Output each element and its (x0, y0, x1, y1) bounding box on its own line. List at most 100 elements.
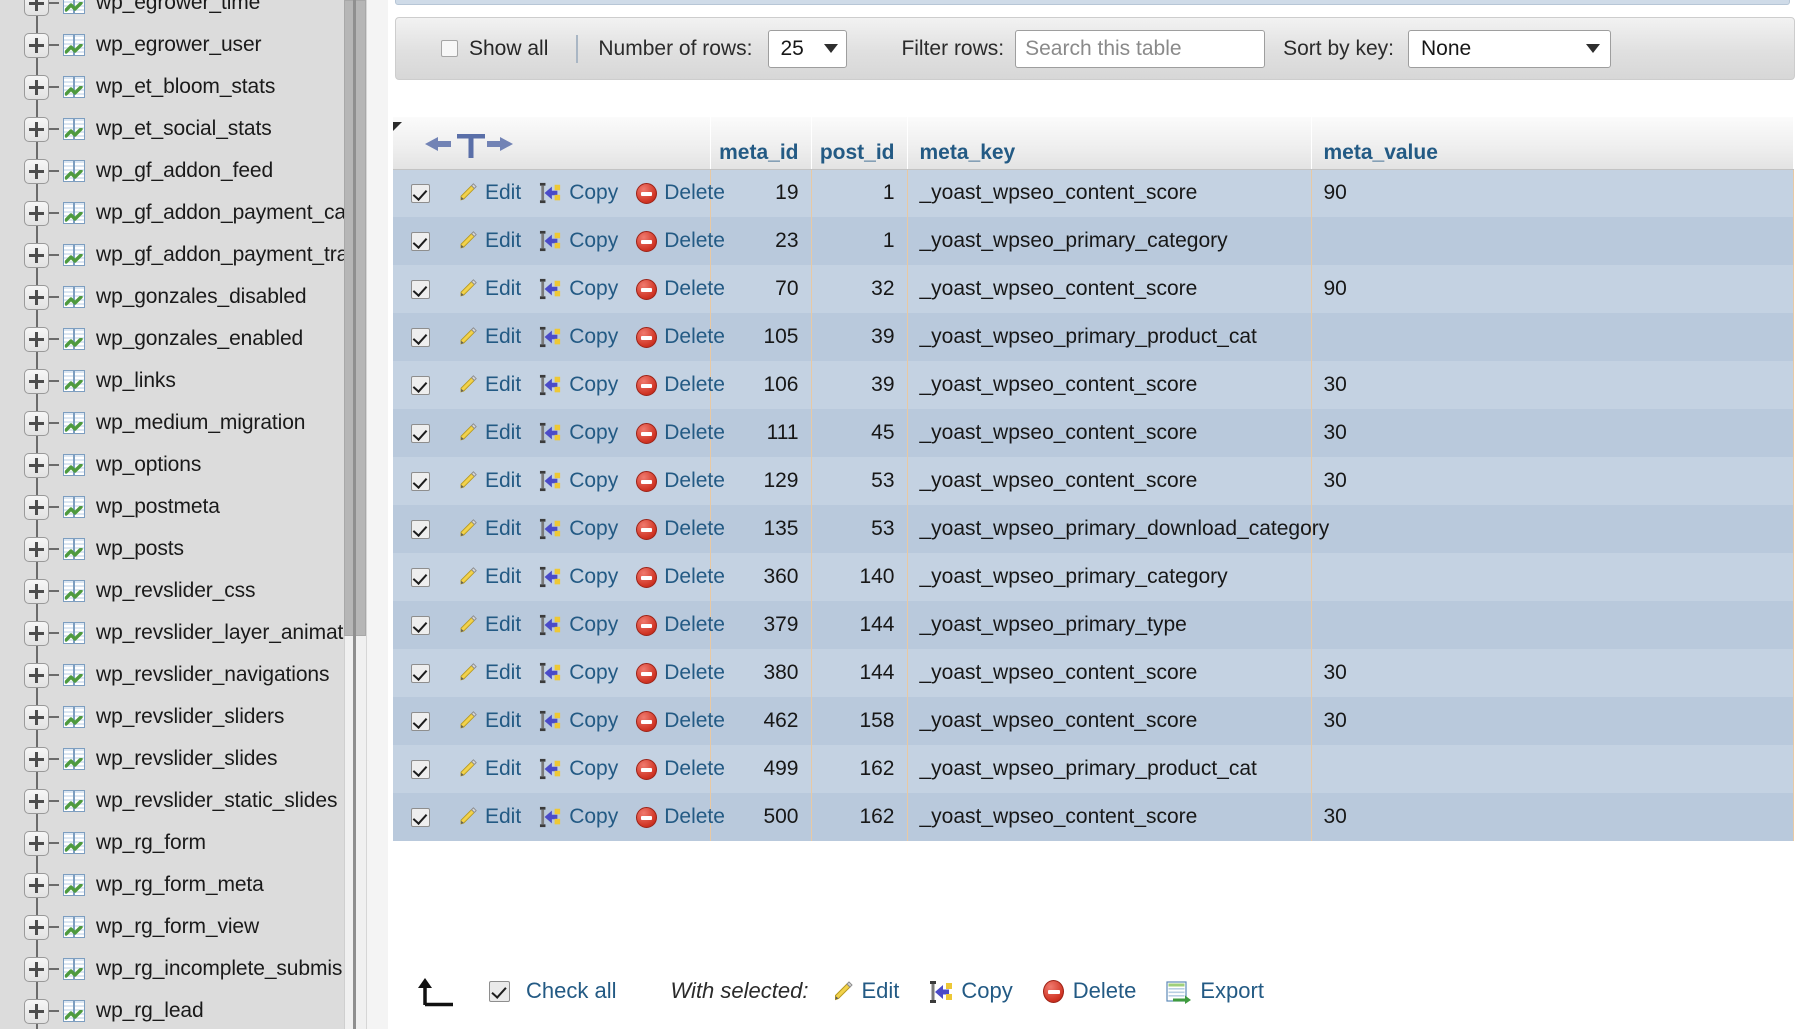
table-row[interactable]: EditCopyDelete379144_yoast_wpseo_primary… (393, 601, 1793, 649)
sort-by-key-select[interactable]: None (1408, 30, 1611, 68)
sidebar-table-item[interactable]: wp_revslider_navigations (0, 654, 330, 696)
sidebar-table-item[interactable]: wp_revslider_static_slides (0, 780, 330, 822)
row-delete-button[interactable]: Delete (636, 517, 725, 541)
table-row[interactable]: EditCopyDelete380144_yoast_wpseo_content… (393, 649, 1793, 697)
row-copy-button[interactable]: Copy (539, 277, 618, 301)
table-row[interactable]: EditCopyDelete10539_yoast_wpseo_primary_… (393, 313, 1793, 361)
row-copy-button[interactable]: Copy (539, 421, 618, 445)
row-delete-button[interactable]: Delete (636, 469, 725, 493)
expand-plus-icon[interactable] (24, 621, 49, 646)
row-edit-button[interactable]: Edit (456, 373, 521, 397)
expand-plus-icon[interactable] (24, 411, 49, 436)
row-copy-button[interactable]: Copy (539, 709, 618, 733)
expand-plus-icon[interactable] (24, 915, 49, 940)
check-all-label[interactable]: Check all (526, 978, 616, 1004)
expand-plus-icon[interactable] (24, 327, 49, 352)
row-edit-button[interactable]: Edit (456, 229, 521, 253)
row-select-checkbox[interactable] (411, 712, 430, 731)
row-copy-button[interactable]: Copy (539, 469, 618, 493)
row-edit-button[interactable]: Edit (456, 181, 521, 205)
row-select-checkbox[interactable] (411, 184, 430, 203)
sidebar-table-item[interactable]: wp_revslider_slides (0, 738, 330, 780)
check-all-checkbox[interactable] (489, 981, 510, 1002)
row-delete-button[interactable]: Delete (636, 229, 725, 253)
table-row[interactable]: EditCopyDelete360140_yoast_wpseo_primary… (393, 553, 1793, 601)
row-select-checkbox[interactable] (411, 664, 430, 683)
table-row[interactable]: EditCopyDelete499162_yoast_wpseo_primary… (393, 745, 1793, 793)
expand-plus-icon[interactable] (24, 873, 49, 898)
row-copy-button[interactable]: Copy (539, 325, 618, 349)
sidebar-table-item[interactable]: wp_posts (0, 528, 330, 570)
row-delete-button[interactable]: Delete (636, 421, 725, 445)
expand-plus-icon[interactable] (24, 117, 49, 142)
collapse-triangle-icon[interactable] (393, 122, 402, 131)
table-row[interactable]: EditCopyDelete231_yoast_wpseo_primary_ca… (393, 217, 1793, 265)
bulk-copy-button[interactable]: Copy (929, 978, 1012, 1004)
bulk-edit-button[interactable]: Edit (830, 978, 899, 1004)
expand-plus-icon[interactable] (24, 789, 49, 814)
expand-plus-icon[interactable] (24, 453, 49, 478)
row-copy-button[interactable]: Copy (539, 805, 618, 829)
table-row[interactable]: EditCopyDelete462158_yoast_wpseo_content… (393, 697, 1793, 745)
sidebar-table-item[interactable]: wp_gf_addon_feed (0, 150, 330, 192)
expand-plus-icon[interactable] (24, 579, 49, 604)
expand-plus-icon[interactable] (24, 747, 49, 772)
sidebar-table-item[interactable]: wp_rg_form (0, 822, 330, 864)
sort-direction-header[interactable] (393, 117, 710, 169)
row-select-checkbox[interactable] (411, 520, 430, 539)
row-copy-button[interactable]: Copy (539, 757, 618, 781)
sidebar-table-item[interactable]: wp_revslider_sliders (0, 696, 330, 738)
row-select-checkbox[interactable] (411, 280, 430, 299)
expand-plus-icon[interactable] (24, 663, 49, 688)
sort-toggle-icon[interactable] (421, 129, 517, 159)
sidebar-table-item[interactable]: wp_options (0, 444, 330, 486)
expand-plus-icon[interactable] (24, 999, 49, 1024)
row-edit-button[interactable]: Edit (456, 277, 521, 301)
row-edit-button[interactable]: Edit (456, 325, 521, 349)
table-row[interactable]: EditCopyDelete10639_yoast_wpseo_content_… (393, 361, 1793, 409)
row-select-checkbox[interactable] (411, 328, 430, 347)
expand-plus-icon[interactable] (24, 957, 49, 982)
sidebar-table-item[interactable]: wp_gonzales_disabled (0, 276, 330, 318)
row-edit-button[interactable]: Edit (456, 661, 521, 685)
table-row[interactable]: EditCopyDelete12953_yoast_wpseo_content_… (393, 457, 1793, 505)
expand-plus-icon[interactable] (24, 831, 49, 856)
sidebar-table-item[interactable]: wp_revslider_css (0, 570, 330, 612)
expand-plus-icon[interactable] (24, 75, 49, 100)
row-delete-button[interactable]: Delete (636, 181, 725, 205)
row-copy-button[interactable]: Copy (539, 373, 618, 397)
expand-plus-icon[interactable] (24, 705, 49, 730)
select-all-arrow-icon[interactable] (413, 975, 458, 1007)
row-copy-button[interactable]: Copy (539, 517, 618, 541)
row-select-checkbox[interactable] (411, 760, 430, 779)
row-copy-button[interactable]: Copy (539, 565, 618, 589)
sidebar-table-item[interactable]: wp_rg_incomplete_submis (0, 948, 330, 990)
sidebar-table-item[interactable]: wp_revslider_layer_animat (0, 612, 330, 654)
row-copy-button[interactable]: Copy (539, 181, 618, 205)
expand-plus-icon[interactable] (24, 159, 49, 184)
row-delete-button[interactable]: Delete (636, 757, 725, 781)
row-copy-button[interactable]: Copy (539, 661, 618, 685)
row-edit-button[interactable]: Edit (456, 565, 521, 589)
table-row[interactable]: EditCopyDelete191_yoast_wpseo_content_sc… (393, 169, 1793, 217)
filter-rows-input[interactable]: Search this table (1015, 30, 1265, 68)
table-row[interactable]: EditCopyDelete7032_yoast_wpseo_content_s… (393, 265, 1793, 313)
sidebar-table-item[interactable]: wp_medium_migration (0, 402, 330, 444)
column-header-meta-key[interactable]: meta_key (907, 117, 1311, 169)
expand-plus-icon[interactable] (24, 33, 49, 58)
row-select-checkbox[interactable] (411, 616, 430, 635)
show-all-checkbox[interactable] (441, 40, 458, 57)
column-header-post-id[interactable]: post_id (811, 117, 907, 169)
row-delete-button[interactable]: Delete (636, 565, 725, 589)
expand-plus-icon[interactable] (24, 369, 49, 394)
sidebar-table-item[interactable]: wp_rg_form_view (0, 906, 330, 948)
expand-plus-icon[interactable] (24, 537, 49, 562)
sidebar-table-item[interactable]: wp_gonzales_enabled (0, 318, 330, 360)
sidebar-table-item[interactable]: wp_rg_lead (0, 990, 330, 1029)
sidebar-table-item[interactable]: wp_gf_addon_payment_ca (0, 192, 330, 234)
table-row[interactable]: EditCopyDelete500162_yoast_wpseo_content… (393, 793, 1793, 841)
row-edit-button[interactable]: Edit (456, 517, 521, 541)
row-edit-button[interactable]: Edit (456, 613, 521, 637)
row-edit-button[interactable]: Edit (456, 757, 521, 781)
row-copy-button[interactable]: Copy (539, 613, 618, 637)
